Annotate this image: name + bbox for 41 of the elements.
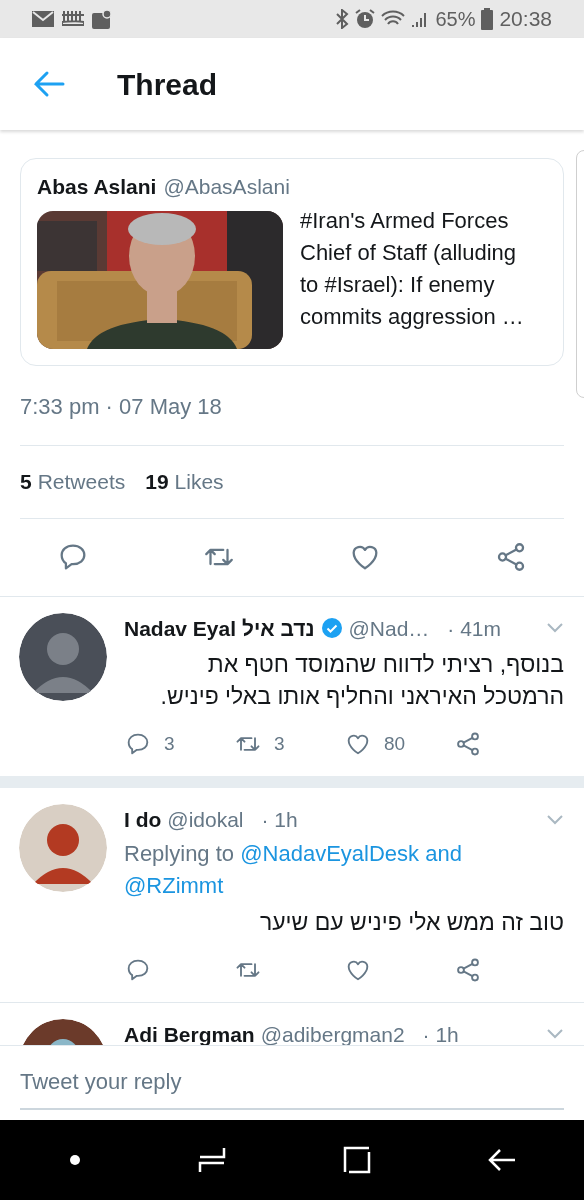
tweet-timestamp: 7:33 pm · 07 May 18: [20, 392, 222, 421]
share-icon[interactable]: [454, 730, 482, 758]
avatar[interactable]: [19, 612, 107, 701]
stat-count: 19: [145, 468, 169, 495]
mention-link[interactable]: @NadavEyalDesk: [240, 840, 420, 866]
clock-time: 20:38: [499, 6, 552, 33]
action-count: 3: [274, 731, 285, 756]
reply-text: בנוסף, רציתי לדווח שהמוסד חטף את הרמטכל האיראני והחליף אותו באלי פיניש.: [159, 650, 564, 711]
stat-count: 5: [20, 468, 32, 495]
verified-badge-icon: [320, 617, 343, 640]
mail-icon: [32, 11, 54, 27]
reply-author-name: Nadav Eyal נדב איל: [124, 615, 315, 642]
stat-label[interactable]: Retweets: [37, 465, 126, 498]
quoted-tweet-card[interactable]: Abas Aslani @AbasAslani #Iran's Armed Forces Chief of Staff (alluding to #Israel): If enemy commits aggression …: [20, 158, 564, 366]
reply-author-handle: @idokal: [167, 807, 244, 833]
battery-percent: 65%: [435, 7, 476, 32]
alarm-icon: [355, 9, 376, 29]
action-count: 80: [384, 731, 406, 756]
author-handle: @AbasAslani: [163, 174, 290, 200]
stat-label[interactable]: Likes: [174, 465, 224, 498]
bluetooth-icon: [335, 9, 350, 29]
reply-time: · 41m: [447, 615, 502, 642]
reply-text: טוב זה ממש אלי פיניש עם שיער: [258, 907, 564, 937]
avatar[interactable]: [19, 804, 107, 892]
reply-time: · 1h: [422, 1021, 459, 1045]
reply-author-handle: @Nad…: [348, 615, 430, 642]
back-arrow-icon[interactable]: [33, 70, 65, 98]
reply-input-field[interactable]: Tweet your reply: [20, 1056, 564, 1110]
recent-apps-icon[interactable]: [197, 1146, 226, 1174]
reply-author-handle: @adibergman2: [260, 1021, 405, 1045]
reply-time: · 1h: [261, 807, 298, 833]
mention-link[interactable]: @RZimmt: [124, 872, 224, 898]
quoted-tweet-text: #Iran's Armed Forces Chief of Staff (alluding to #Israel): If enemy commits aggression …: [300, 206, 525, 331]
home-icon[interactable]: [342, 1146, 371, 1174]
dot-icon[interactable]: [68, 1154, 81, 1166]
author-name: Abas Aslani: [37, 174, 157, 200]
page-title: Thread: [117, 66, 218, 103]
battery-icon: [481, 8, 494, 30]
replying-to-text: Replying to @NadavEyalDesk and @RZimmt: [124, 839, 463, 900]
action-count: 3: [164, 731, 175, 756]
reply-author-name: I do: [124, 807, 162, 833]
